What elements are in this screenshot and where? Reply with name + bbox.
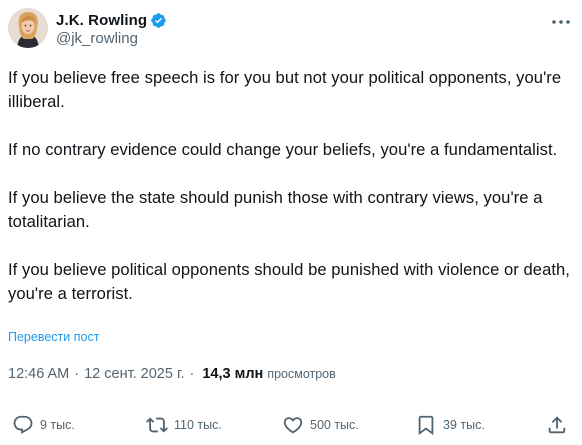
tweet-paragraph: If you believe free speech is for you bu… [8, 68, 562, 111]
bookmark-count: 39 тыс. [443, 418, 485, 432]
meta-separator: · [189, 366, 195, 382]
views-count: 14,3 млн [202, 366, 264, 382]
translate-post-link[interactable]: Перевести пост [8, 330, 99, 344]
reply-icon [12, 414, 34, 436]
tweet-time[interactable]: 12:46 AM [8, 366, 69, 382]
reply-count: 9 тыс. [40, 418, 75, 432]
author-name-row: J.K. Rowling [56, 10, 167, 30]
repost-icon [146, 414, 168, 436]
repost-count: 110 тыс. [174, 418, 222, 432]
verified-badge-icon[interactable] [150, 12, 167, 29]
avatar[interactable] [8, 8, 48, 48]
bookmark-button[interactable]: 39 тыс. [415, 410, 485, 440]
reply-button[interactable]: 9 тыс. [12, 410, 75, 440]
like-count: 500 тыс. [310, 418, 359, 432]
meta-separator: · [74, 366, 80, 382]
tweet-text: If you believe free speech is for you bu… [8, 66, 576, 306]
tweet-paragraph: If you believe the state should punish t… [8, 188, 543, 231]
bookmark-icon [415, 414, 437, 436]
tweet-meta: 12:46 AM · 12 сент. 2025 г. · 14,3 млн п… [8, 366, 336, 382]
like-button[interactable]: 500 тыс. [282, 410, 359, 440]
author-name[interactable]: J.K. Rowling [56, 12, 147, 29]
tweet-header: J.K. Rowling @jk_rowling [8, 8, 582, 52]
views-label: просмотров [267, 367, 336, 381]
share-icon [546, 414, 568, 436]
tweet-date[interactable]: 12 сент. 2025 г. [84, 366, 184, 382]
tweet-paragraph: If no contrary evidence could change you… [8, 140, 558, 159]
avatar-image [8, 8, 48, 48]
author-handle[interactable]: @jk_rowling [56, 30, 138, 47]
heart-icon [282, 414, 304, 436]
tweet-paragraph: If you believe political opponents shoul… [8, 260, 570, 303]
share-button[interactable] [546, 410, 568, 440]
tweet-actions: 9 тыс. 110 тыс. 500 тыс. 39 тыс. [0, 410, 582, 440]
more-icon[interactable] [548, 12, 574, 32]
repost-button[interactable]: 110 тыс. [146, 410, 222, 440]
